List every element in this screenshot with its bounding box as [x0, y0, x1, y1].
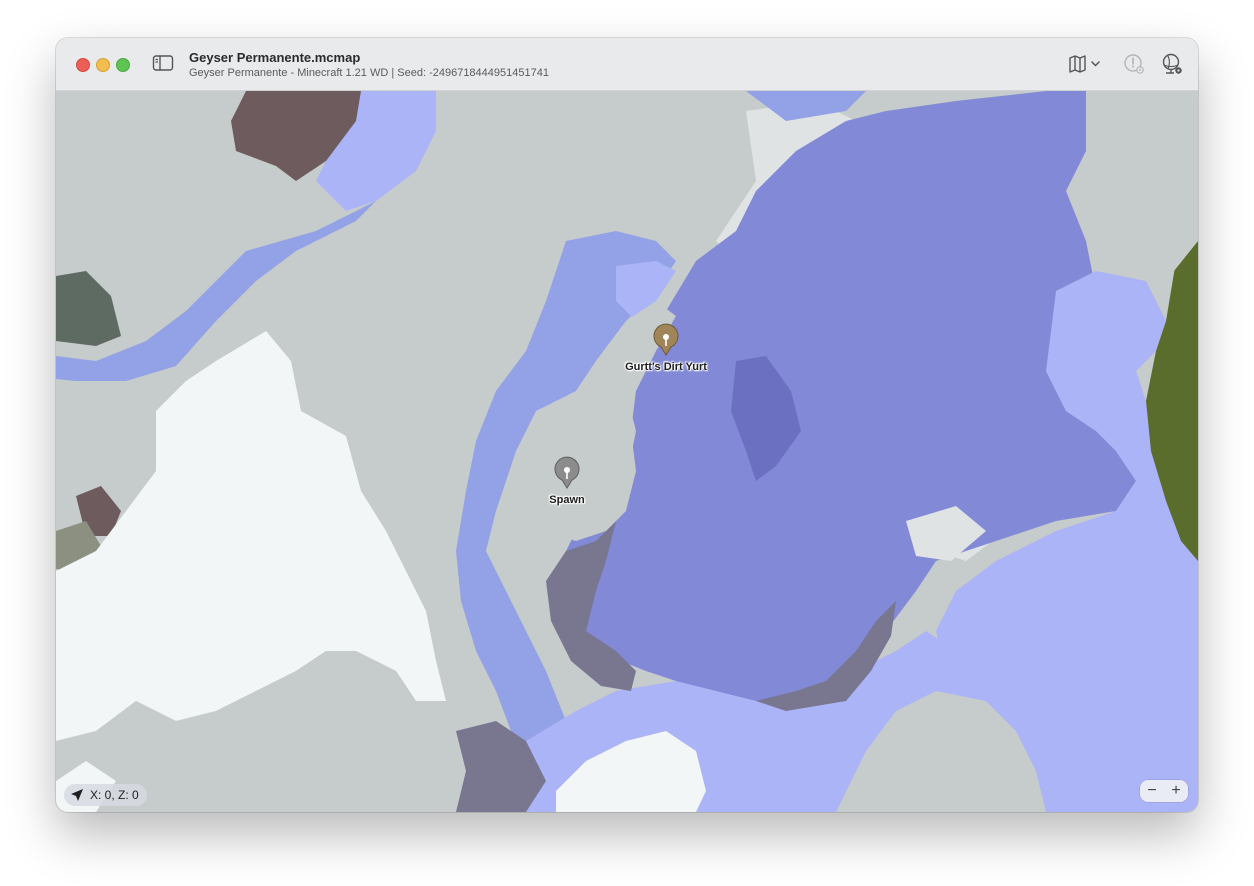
map-view[interactable]: Gurtt's Dirt Yurt Spawn X: 0, Z: 0 − +	[56, 91, 1198, 812]
location-settings-button[interactable]	[1122, 52, 1146, 76]
window-title: Geyser Permanente.mcmap	[189, 50, 361, 65]
sidebar-icon	[152, 55, 174, 71]
pin-spawn[interactable]: Spawn	[507, 456, 627, 508]
coordinates-badge[interactable]: X: 0, Z: 0	[64, 784, 147, 806]
close-window-button[interactable]	[76, 58, 90, 72]
zoom-window-button[interactable]	[116, 58, 130, 72]
pin-label: Gurtt's Dirt Yurt	[625, 361, 707, 373]
pin-gurtts-dirt-yurt[interactable]: Gurtt's Dirt Yurt	[606, 323, 726, 375]
biome-map	[56, 91, 1198, 812]
pin-label: Spawn	[549, 494, 585, 506]
zoom-out-button[interactable]: −	[1142, 780, 1162, 802]
titlebar: Geyser Permanente.mcmap Geyser Permanent…	[56, 38, 1198, 91]
window-subtitle: Geyser Permanente - Minecraft 1.21 WD | …	[189, 67, 549, 79]
map-type-menu-button[interactable]	[1066, 52, 1106, 76]
navigation-arrow-icon	[71, 789, 83, 801]
map-pin-icon	[554, 456, 580, 489]
zoom-control: − +	[1140, 780, 1188, 802]
sidebar-toggle-button[interactable]	[152, 53, 174, 73]
minimize-window-button[interactable]	[96, 58, 110, 72]
zoom-in-button[interactable]: +	[1166, 780, 1186, 802]
app-window: Geyser Permanente.mcmap Geyser Permanent…	[56, 38, 1198, 812]
title-block: Geyser Permanente.mcmap Geyser Permanent…	[189, 50, 549, 80]
chevron-down-icon	[1091, 61, 1100, 67]
globe-settings-icon	[1162, 53, 1182, 74]
location-settings-icon	[1124, 54, 1144, 74]
map-icon	[1069, 55, 1086, 73]
map-pin-icon	[653, 323, 679, 356]
coordinates-text: X: 0, Z: 0	[90, 788, 139, 802]
globe-settings-button[interactable]	[1160, 52, 1184, 76]
